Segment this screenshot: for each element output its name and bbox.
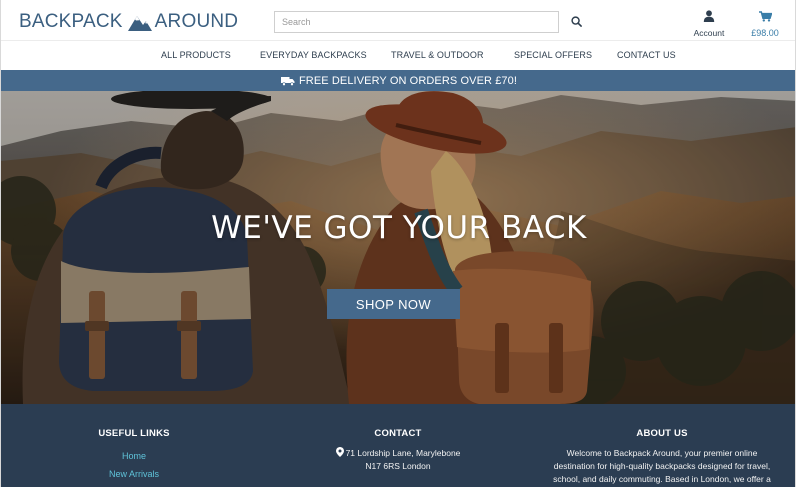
footer-about: ABOUT US Welcome to Backpack Around, you… — [536, 428, 788, 486]
search-input[interactable] — [274, 11, 559, 33]
footer-link-home[interactable]: Home — [84, 447, 184, 465]
hero-title: WE'VE GOT YOUR BACK — [211, 210, 587, 246]
useful-links-heading: USEFUL LINKS — [98, 428, 170, 439]
nav-item-special-offers[interactable]: SPECIAL OFFERS — [514, 50, 592, 60]
nav-item-everyday-backpacks[interactable]: EVERYDAY BACKPACKS — [260, 50, 367, 60]
mountain-logo-icon — [127, 16, 152, 31]
truck-icon — [280, 76, 295, 86]
brand-word-left: BACKPACK — [19, 11, 123, 32]
about-text-line2: destination for high-quality backpacks d… — [553, 461, 771, 471]
nav-item-travel-outdoor[interactable]: TRAVEL & OUTDOOR — [391, 50, 484, 60]
hero-section: WE'VE GOT YOUR BACK SHOP NOW — [1, 91, 795, 404]
site-header: BACKPACK AROUND Account — [1, 0, 795, 40]
about-text-line1: Welcome to Backpack Around, your premier… — [566, 448, 758, 458]
user-icon — [703, 10, 715, 22]
cart-total: £98.00 — [751, 28, 779, 38]
page: BACKPACK AROUND Account — [0, 0, 796, 487]
account-label: Account — [693, 28, 725, 38]
contact-address-line1: 71 Lordship Lane, Marylebone — [318, 447, 478, 460]
hero-image — [1, 91, 795, 404]
site-footer: USEFUL LINKS Home New Arrivals CONTACT 7… — [1, 404, 795, 487]
footer-useful-links: USEFUL LINKS Home New Arrivals — [84, 428, 184, 483]
brand-logo[interactable]: BACKPACK AROUND — [19, 10, 238, 34]
footer-link-new-arrivals[interactable]: New Arrivals — [84, 465, 184, 483]
delivery-banner-text: FREE DELIVERY ON ORDERS OVER £70! — [298, 74, 518, 87]
search-button[interactable] — [567, 12, 585, 30]
nav-item-all-products[interactable]: ALL PRODUCTS — [161, 50, 231, 60]
account-link[interactable]: Account — [689, 9, 729, 38]
delivery-banner: FREE DELIVERY ON ORDERS OVER £70! — [1, 70, 795, 91]
shop-now-button[interactable]: SHOP NOW — [327, 289, 460, 319]
footer-contact: CONTACT 71 Lordship Lane, Marylebone N17… — [318, 428, 478, 473]
shopping-cart-icon — [758, 11, 773, 22]
cart-link[interactable]: £98.00 — [745, 9, 785, 38]
about-heading: ABOUT US — [636, 428, 688, 439]
contact-address-line2: N17 6RS London — [365, 461, 431, 471]
brand-word-right: AROUND — [154, 11, 239, 32]
main-nav: ALL PRODUCTS EVERYDAY BACKPACKS TRAVEL &… — [1, 40, 795, 70]
about-text-line3: school, and daily commuting. Based in Lo… — [553, 474, 771, 484]
search-icon — [570, 15, 582, 27]
contact-heading: CONTACT — [374, 428, 422, 439]
map-marker-icon — [335, 447, 344, 457]
nav-item-contact-us[interactable]: CONTACT US — [617, 50, 676, 60]
